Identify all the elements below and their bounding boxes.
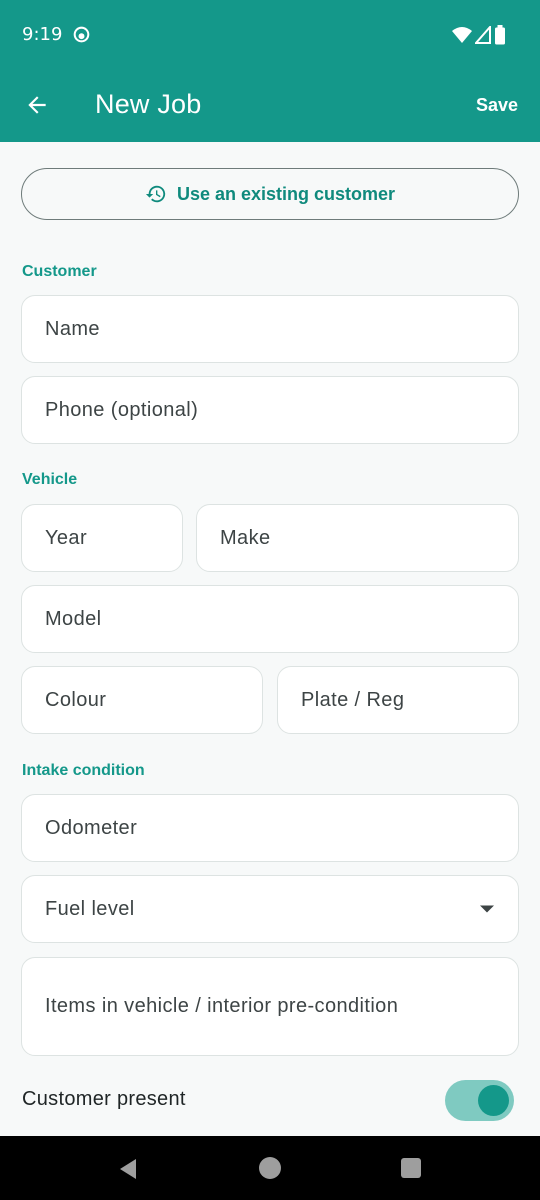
model-field[interactable]: Model [21,585,519,653]
history-icon [145,185,166,203]
section-customer-label: Customer [22,263,97,280]
phone-field[interactable]: Phone (optional) [21,376,519,444]
odometer-field[interactable]: Odometer [21,794,519,862]
name-placeholder: Name [45,317,100,340]
status-bar: 9:19 [0,0,540,68]
fuel-level-placeholder: Fuel level [45,897,135,920]
save-button[interactable]: Save [476,95,518,116]
app-bar: New Job Save [0,68,540,142]
job-form: Use an existing customer Customer Name P… [0,142,540,1136]
nav-home-icon[interactable] [259,1157,281,1179]
plate-placeholder: Plate / Reg [301,688,405,711]
make-field[interactable]: Make [196,504,519,572]
customer-present-label: Customer present [22,1088,186,1110]
section-vehicle-label: Vehicle [22,471,78,488]
wifi-icon [452,27,472,43]
nav-recents-icon[interactable] [401,1158,421,1178]
back-arrow-icon [28,96,46,114]
plate-field[interactable]: Plate / Reg [277,666,519,734]
year-placeholder: Year [45,526,88,549]
name-field[interactable]: Name [21,295,519,363]
fuel-level-dropdown[interactable]: Fuel level [21,875,519,943]
dropdown-icon [480,905,494,913]
colour-placeholder: Colour [45,688,107,711]
customer-present-toggle[interactable] [445,1080,514,1121]
items-textarea[interactable]: Items in vehicle / interior pre-conditio… [21,957,519,1056]
odometer-placeholder: Odometer [45,816,138,839]
section-intake-label: Intake condition [22,762,145,779]
page-title: New Job [95,89,202,119]
use-existing-customer-label: Use an existing customer [176,183,396,204]
items-placeholder: Items in vehicle / interior pre-conditio… [45,995,399,1017]
toggle-knob [478,1085,509,1116]
battery-icon [495,25,505,45]
use-existing-customer-button[interactable]: Use an existing customer [21,168,519,220]
back-button[interactable] [20,88,54,122]
model-placeholder: Model [45,607,102,630]
app-notification-icon [73,26,90,43]
nav-back-icon[interactable] [118,1158,138,1180]
signal-icon [475,26,491,44]
status-time: 9:19 [22,24,63,45]
system-nav-bar [0,1136,540,1200]
colour-field[interactable]: Colour [21,666,263,734]
phone-placeholder: Phone (optional) [45,398,199,421]
status-icons [452,25,506,45]
year-field[interactable]: Year [21,504,183,572]
make-placeholder: Make [220,526,271,549]
